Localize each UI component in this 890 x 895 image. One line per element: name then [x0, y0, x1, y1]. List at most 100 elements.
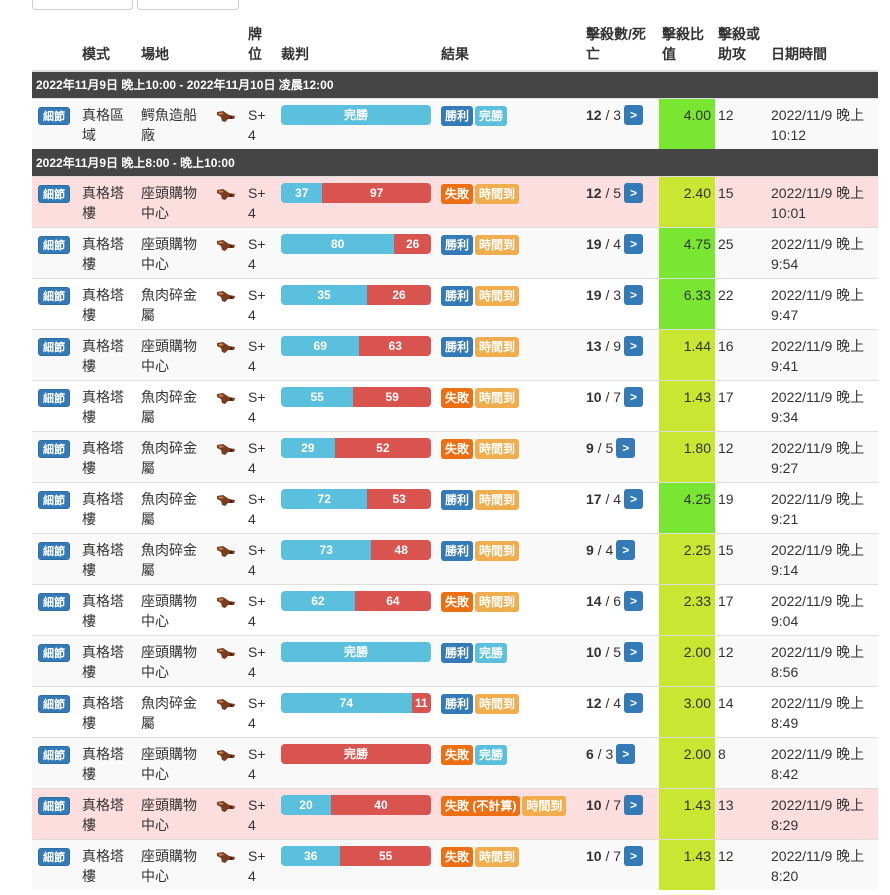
judge-bar-alpha: 74: [281, 692, 412, 713]
header-assist[interactable]: 擊殺或助攻: [715, 20, 768, 72]
stage-cell: 座頭購物中心: [138, 226, 212, 278]
header-rank[interactable]: 牌位: [245, 20, 278, 72]
expand-button[interactable]: >: [624, 641, 644, 662]
judge-bar: 37 97: [281, 182, 431, 203]
result-cell: 勝利 時間到: [438, 226, 583, 278]
detail-button[interactable]: 細節: [38, 337, 70, 356]
table-row: 細節 真格塔樓 座頭購物中心 S+ 4 20 40 失敗 (不計算) 時間到 10 / 7 >1.…: [32, 787, 878, 839]
expand-button[interactable]: >: [624, 386, 644, 407]
judge-bar: 62 64: [281, 590, 431, 611]
header-datetime[interactable]: 日期時間: [768, 20, 878, 72]
ratio-cell: 1.43: [659, 838, 715, 890]
stage-cell: 座頭購物中心: [138, 328, 212, 380]
result-cell: 失敗 時間到: [438, 838, 583, 890]
detail-button[interactable]: 細節: [38, 388, 70, 407]
ratio-cell: 2.00: [659, 634, 715, 686]
detail-button[interactable]: 細節: [38, 643, 70, 662]
weapon-cell: [212, 838, 245, 890]
table-row: 細節 真格塔樓 魚肉碎金屬 S+ 4 74 11 勝利 時間到 12 / 4 >3.00 14 202…: [32, 685, 878, 737]
stage-cell: 鰐魚造船廠: [138, 97, 212, 149]
expand-button[interactable]: >: [624, 845, 644, 866]
expand-button[interactable]: >: [624, 104, 644, 125]
expand-button[interactable]: >: [624, 233, 644, 254]
judge-bar-alpha: 73: [281, 539, 372, 560]
datetime-cell: 2022/11/9 晚上 9:14: [768, 532, 878, 584]
weapon-icon: [217, 545, 235, 557]
detail-button[interactable]: 細節: [38, 694, 70, 713]
kd-cell: 13 / 9 >: [583, 328, 659, 380]
detail-button[interactable]: 細節: [38, 745, 70, 764]
rank-cell: S+ 4: [245, 328, 278, 380]
top-button-left[interactable]: [32, 0, 133, 10]
datetime-cell: 2022/11/9 晚上 9:47: [768, 277, 878, 329]
kills: 12: [586, 106, 602, 123]
weapon-cell: [212, 430, 245, 482]
result-badge: 完勝: [475, 105, 508, 126]
judge-cell: 完勝: [278, 97, 438, 149]
judge-bar-bravo: 53: [367, 488, 431, 509]
detail-button[interactable]: 細節: [38, 235, 70, 254]
rank-cell: S+ 4: [245, 838, 278, 890]
header-kd[interactable]: 擊殺數/死亡: [583, 20, 659, 72]
result-badge: 勝利: [441, 489, 474, 510]
header-result[interactable]: 結果: [438, 20, 583, 72]
judge-bar: 80 26: [281, 233, 431, 254]
judge-bar: 72 53: [281, 488, 431, 509]
stage-cell: 魚肉碎金屬: [138, 379, 212, 431]
kills: 19: [586, 286, 602, 303]
rank-cell: S+ 4: [245, 226, 278, 278]
detail-button[interactable]: 細節: [38, 490, 70, 509]
result-badge: 完勝: [475, 642, 508, 663]
expand-button[interactable]: >: [624, 692, 644, 713]
judge-cell: 62 64: [278, 583, 438, 635]
ratio-cell: 2.00: [659, 736, 715, 788]
kills: 14: [586, 592, 602, 609]
detail-button[interactable]: 細節: [38, 286, 70, 305]
expand-button[interactable]: >: [624, 794, 644, 815]
detail-button[interactable]: 細節: [38, 796, 70, 815]
expand-button[interactable]: >: [616, 539, 636, 560]
datetime-cell: 2022/11/9 晚上 9:04: [768, 583, 878, 635]
expand-button[interactable]: >: [624, 335, 644, 356]
detail-button[interactable]: 細節: [38, 592, 70, 611]
detail-button[interactable]: 細節: [38, 541, 70, 560]
weapon-cell: [212, 634, 245, 686]
header-mode[interactable]: 模式: [79, 20, 138, 72]
weapon-cell: [212, 583, 245, 635]
kills: 12: [586, 184, 602, 201]
stage-cell: 座頭購物中心: [138, 634, 212, 686]
kills: 10: [586, 796, 602, 813]
judge-bar-alpha: 55: [281, 386, 354, 407]
table-row: 細節 真格塔樓 魚肉碎金屬 S+ 4 73 48 勝利 時間到 9 / 4 >2.25 15 2022…: [32, 532, 878, 584]
expand-button[interactable]: >: [624, 488, 644, 509]
deaths: 3: [605, 745, 614, 762]
detail-button[interactable]: 細節: [38, 439, 70, 458]
header-judge[interactable]: 裁判: [278, 20, 438, 72]
expand-button[interactable]: >: [616, 743, 636, 764]
result-badge: 勝利: [441, 105, 474, 126]
expand-button[interactable]: >: [624, 284, 644, 305]
weapon-icon: [217, 341, 235, 353]
battle-table: 模式 場地 牌位 裁判 結果 擊殺數/死亡 擊殺比值 擊殺或助攻 日期時間 20…: [32, 20, 878, 890]
expand-button[interactable]: >: [616, 437, 636, 458]
expand-button[interactable]: >: [624, 182, 644, 203]
header-stage[interactable]: 場地: [138, 20, 212, 72]
assist-cell: 12: [715, 430, 768, 482]
result-badge: 失敗: [441, 744, 474, 765]
assist-cell: 14: [715, 685, 768, 737]
detail-button[interactable]: 細節: [38, 184, 70, 203]
judge-bar: 74 11: [281, 692, 431, 713]
header-ratio[interactable]: 擊殺比值: [659, 20, 715, 72]
rank-cell: S+ 4: [245, 481, 278, 533]
judge-bar: 29 52: [281, 437, 431, 458]
judge-bar-bravo: 59: [353, 386, 431, 407]
detail-button[interactable]: 細節: [38, 847, 70, 866]
judge-bar: 完勝: [281, 743, 431, 764]
expand-button[interactable]: >: [624, 590, 644, 611]
deaths: 4: [613, 490, 622, 507]
kd-cell: 14 / 6 >: [583, 583, 659, 635]
detail-button[interactable]: 細節: [38, 106, 70, 125]
top-button-right[interactable]: [137, 0, 239, 10]
assist-cell: 12: [715, 838, 768, 890]
judge-cell: 35 26: [278, 277, 438, 329]
